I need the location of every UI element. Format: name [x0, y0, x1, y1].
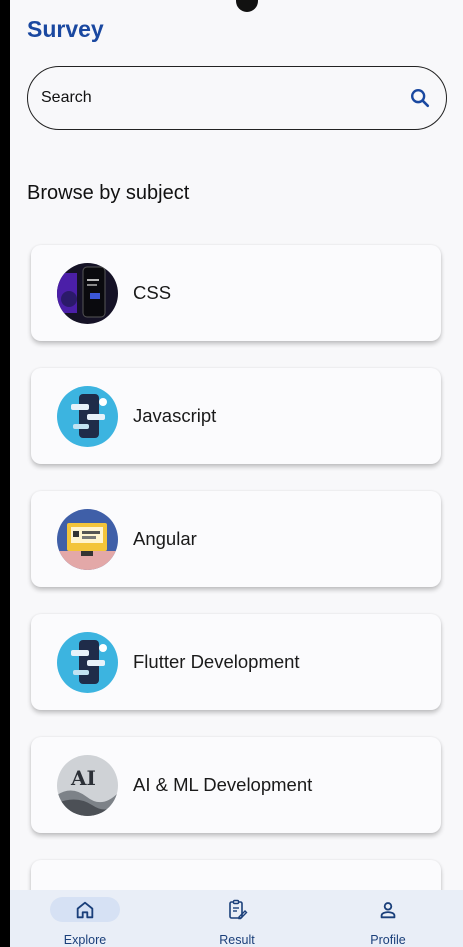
subject-label: Javascript	[133, 405, 217, 426]
nav-pill	[353, 897, 423, 922]
subject-label: AI & ML Development	[133, 774, 313, 795]
nav-label-result: Result	[219, 933, 255, 947]
subject-label: Angular	[133, 528, 197, 549]
ai-ml-thumbnail-icon: AI	[57, 754, 118, 816]
subject-card-javascript[interactable]: Javascript	[31, 368, 441, 464]
nav-item-result[interactable]: Result	[177, 890, 297, 947]
section-title: Browse by subject	[27, 182, 190, 204]
subject-card-angular[interactable]: Angular	[31, 491, 441, 587]
flutter-thumbnail-icon	[57, 631, 118, 693]
subject-card-flutter[interactable]: Flutter Development	[31, 614, 441, 710]
angular-thumbnail-icon	[57, 508, 118, 570]
search-icon[interactable]	[408, 86, 432, 110]
nav-label-explore: Explore	[63, 933, 107, 947]
nav-item-explore[interactable]: Explore	[25, 890, 145, 947]
app-screen: Survey Browse by subject CSS	[10, 0, 463, 947]
search-input[interactable]	[41, 89, 408, 107]
subject-label: Flutter Development	[133, 651, 300, 672]
javascript-thumbnail-icon	[57, 385, 118, 447]
clipboard-edit-icon	[229, 899, 248, 919]
subject-label: CSS	[133, 282, 172, 303]
nav-active-indicator	[50, 897, 120, 922]
nav-item-profile[interactable]: Profile	[328, 890, 448, 947]
subject-card-css[interactable]: CSS	[31, 245, 441, 341]
bottom-navigation: Explore Result Profile	[10, 890, 463, 947]
subject-card-ai-ml[interactable]: AI AI & ML Development	[31, 737, 441, 833]
page-title: Survey	[27, 16, 104, 42]
nav-pill	[202, 897, 272, 922]
nav-label-profile: Profile	[370, 933, 406, 947]
search-bar[interactable]	[27, 66, 447, 130]
person-icon	[380, 901, 396, 918]
home-icon	[76, 901, 94, 918]
camera-notch	[236, 0, 258, 12]
css-thumbnail-icon	[57, 262, 118, 324]
svg-text:AI: AI	[70, 766, 96, 790]
